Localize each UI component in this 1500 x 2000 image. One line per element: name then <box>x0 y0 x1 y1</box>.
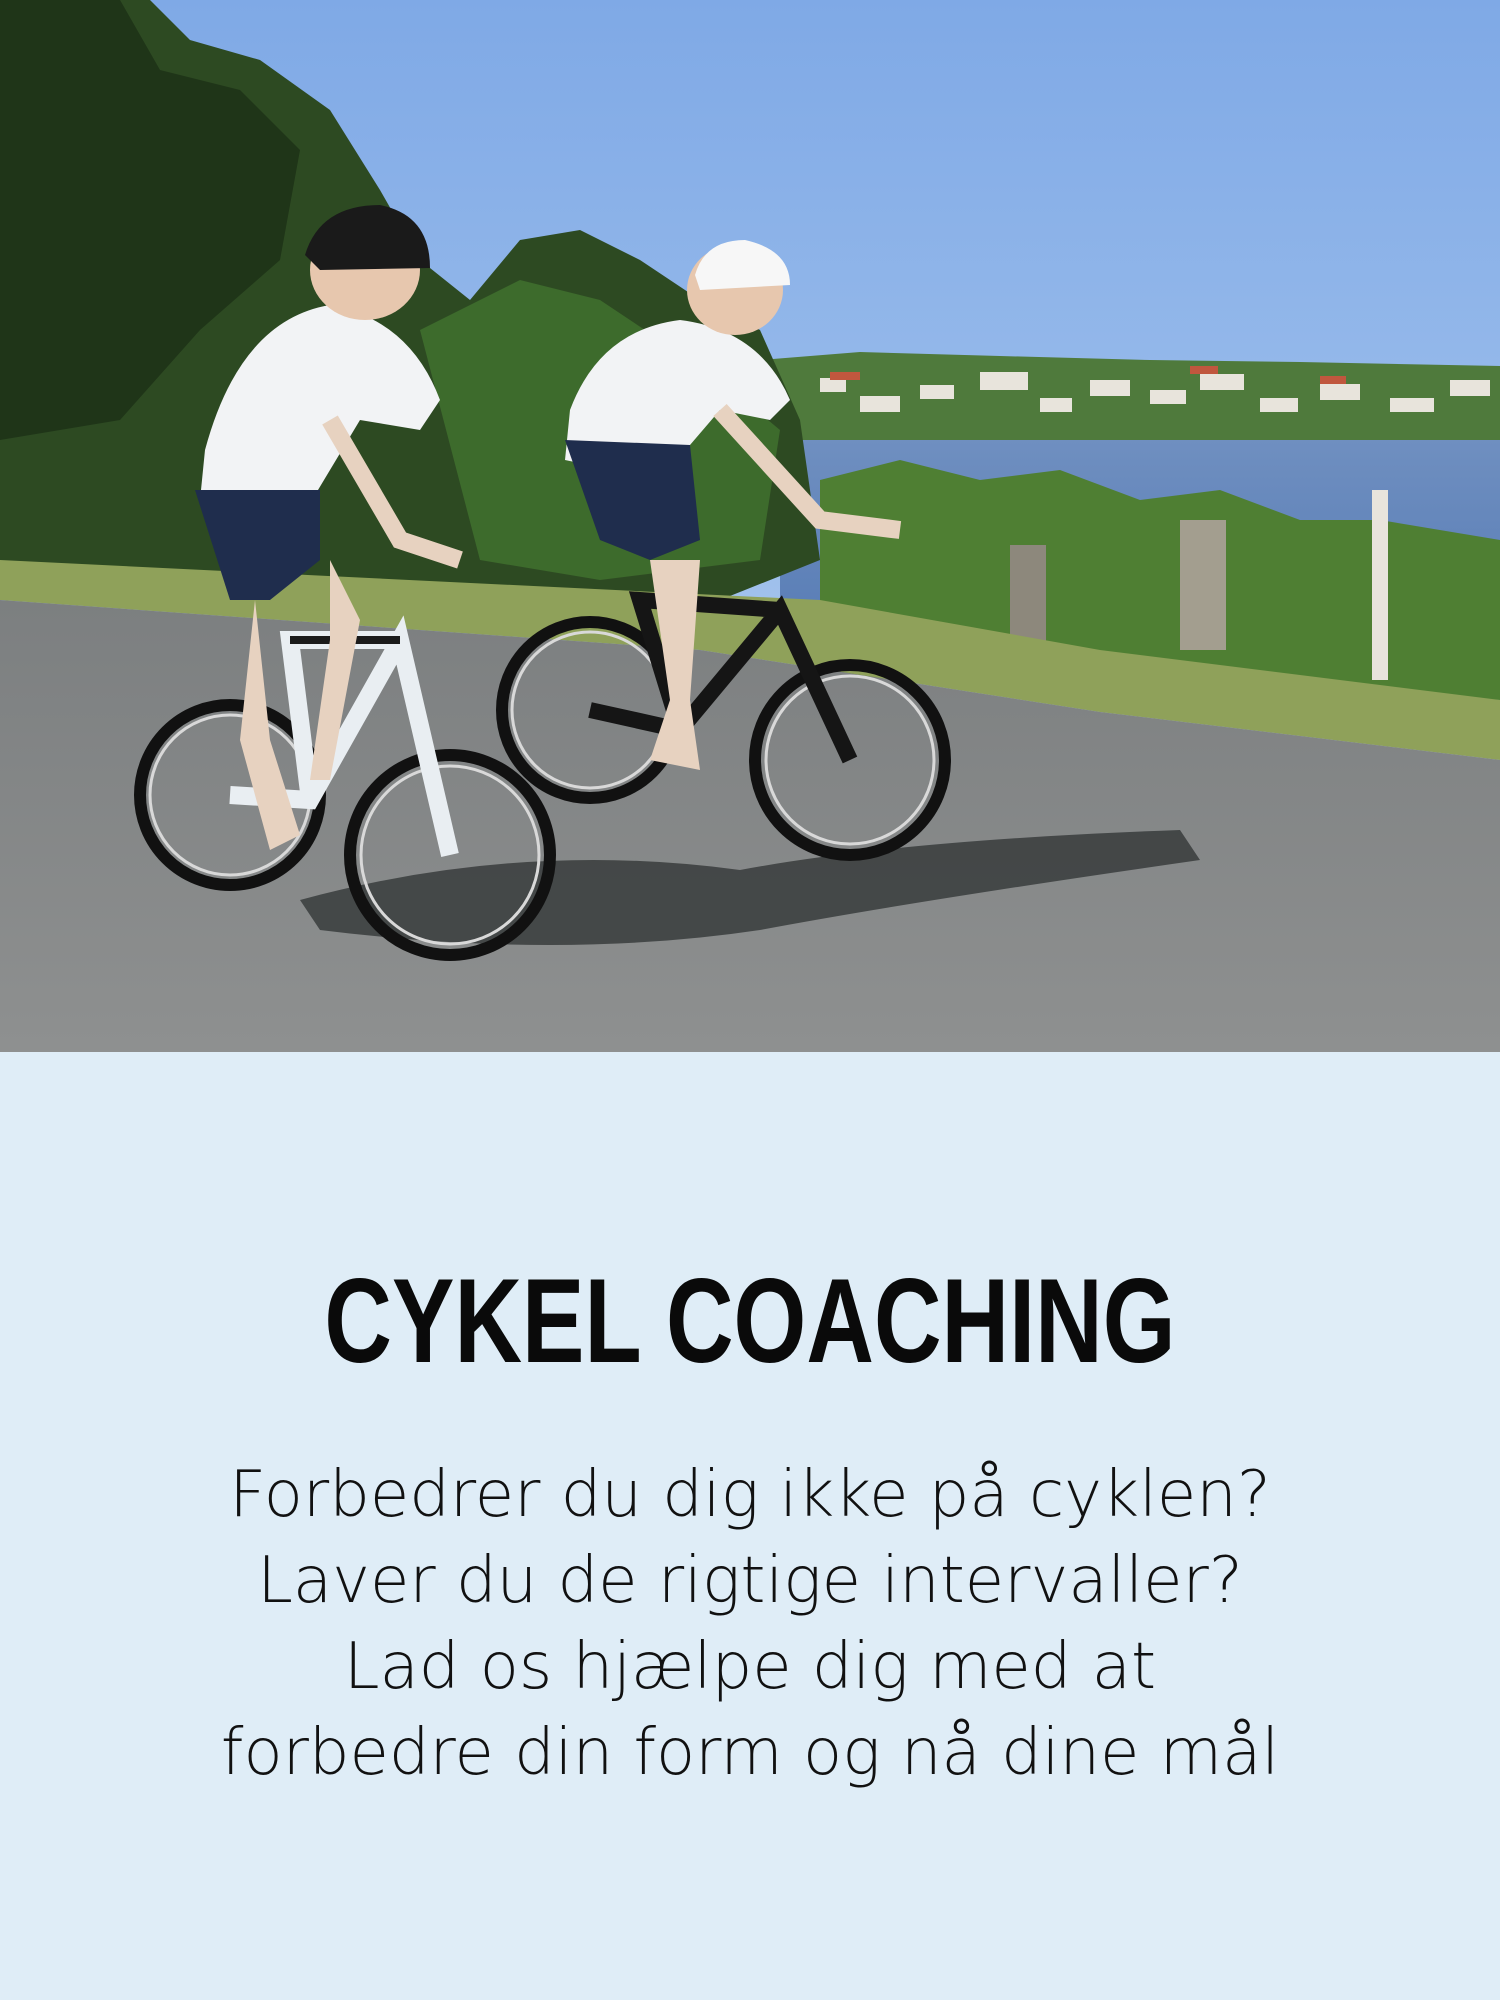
content-panel: CYKEL COACHING Forbedrer du dig ikke på … <box>0 1052 1500 2000</box>
description-line: Forbedrer du dig ikke på cyklen? <box>229 1458 1271 1532</box>
description-line: Laver du de rigtige intervaller? <box>257 1544 1243 1618</box>
description: Forbedrer du dig ikke på cyklen? Laver d… <box>100 1452 1400 1796</box>
page-title: CYKEL COACHING <box>324 1254 1176 1388</box>
description-line: Lad os hjælpe dig med at <box>343 1630 1157 1704</box>
hero-photo <box>0 0 1500 1052</box>
description-line: forbedre din form og nå dine mål <box>220 1716 1280 1790</box>
cyclists-photo-icon <box>0 0 1500 1052</box>
